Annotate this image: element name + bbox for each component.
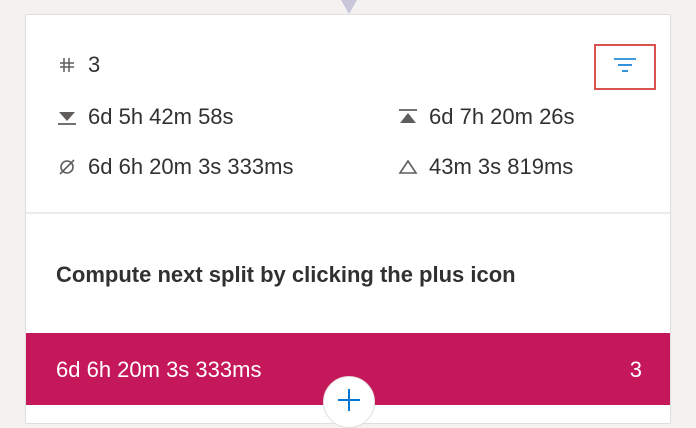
min-value: 6d 5h 42m 58s <box>88 104 234 129</box>
max-row: 6d 7h 20m 26s <box>397 104 575 130</box>
add-split-button[interactable] <box>323 376 375 428</box>
popover-pointer <box>341 0 357 14</box>
tally-icon <box>56 54 78 76</box>
plus-icon <box>335 386 363 419</box>
max-icon <box>397 106 419 128</box>
min-icon <box>56 106 78 128</box>
average-value: 6d 6h 20m 3s 333ms <box>88 154 294 179</box>
max-value: 6d 7h 20m 26s <box>429 104 575 129</box>
delta-value: 43m 3s 819ms <box>429 154 574 179</box>
average-icon <box>56 156 78 178</box>
count-row: 3 <box>56 52 100 78</box>
filter-button[interactable] <box>594 44 656 90</box>
hint-text: Compute next split by clicking the plus … <box>56 262 516 287</box>
stats-card: 3 6d 5h 42m 58s 6d 7h 20m 26s 6d 6h 20m … <box>25 14 671 428</box>
average-row: 6d 6h 20m 3s 333ms <box>56 154 293 180</box>
split-count: 3 <box>629 357 642 382</box>
delta-icon <box>397 156 419 178</box>
filter-icon <box>612 56 638 79</box>
min-row: 6d 5h 42m 58s <box>56 104 234 130</box>
stats-section: 3 6d 5h 42m 58s 6d 7h 20m 26s 6d 6h 20m … <box>26 15 670 214</box>
count-value: 3 <box>88 52 101 77</box>
delta-row: 43m 3s 819ms <box>397 154 573 180</box>
split-value: 6d 6h 20m 3s 333ms <box>56 357 262 382</box>
